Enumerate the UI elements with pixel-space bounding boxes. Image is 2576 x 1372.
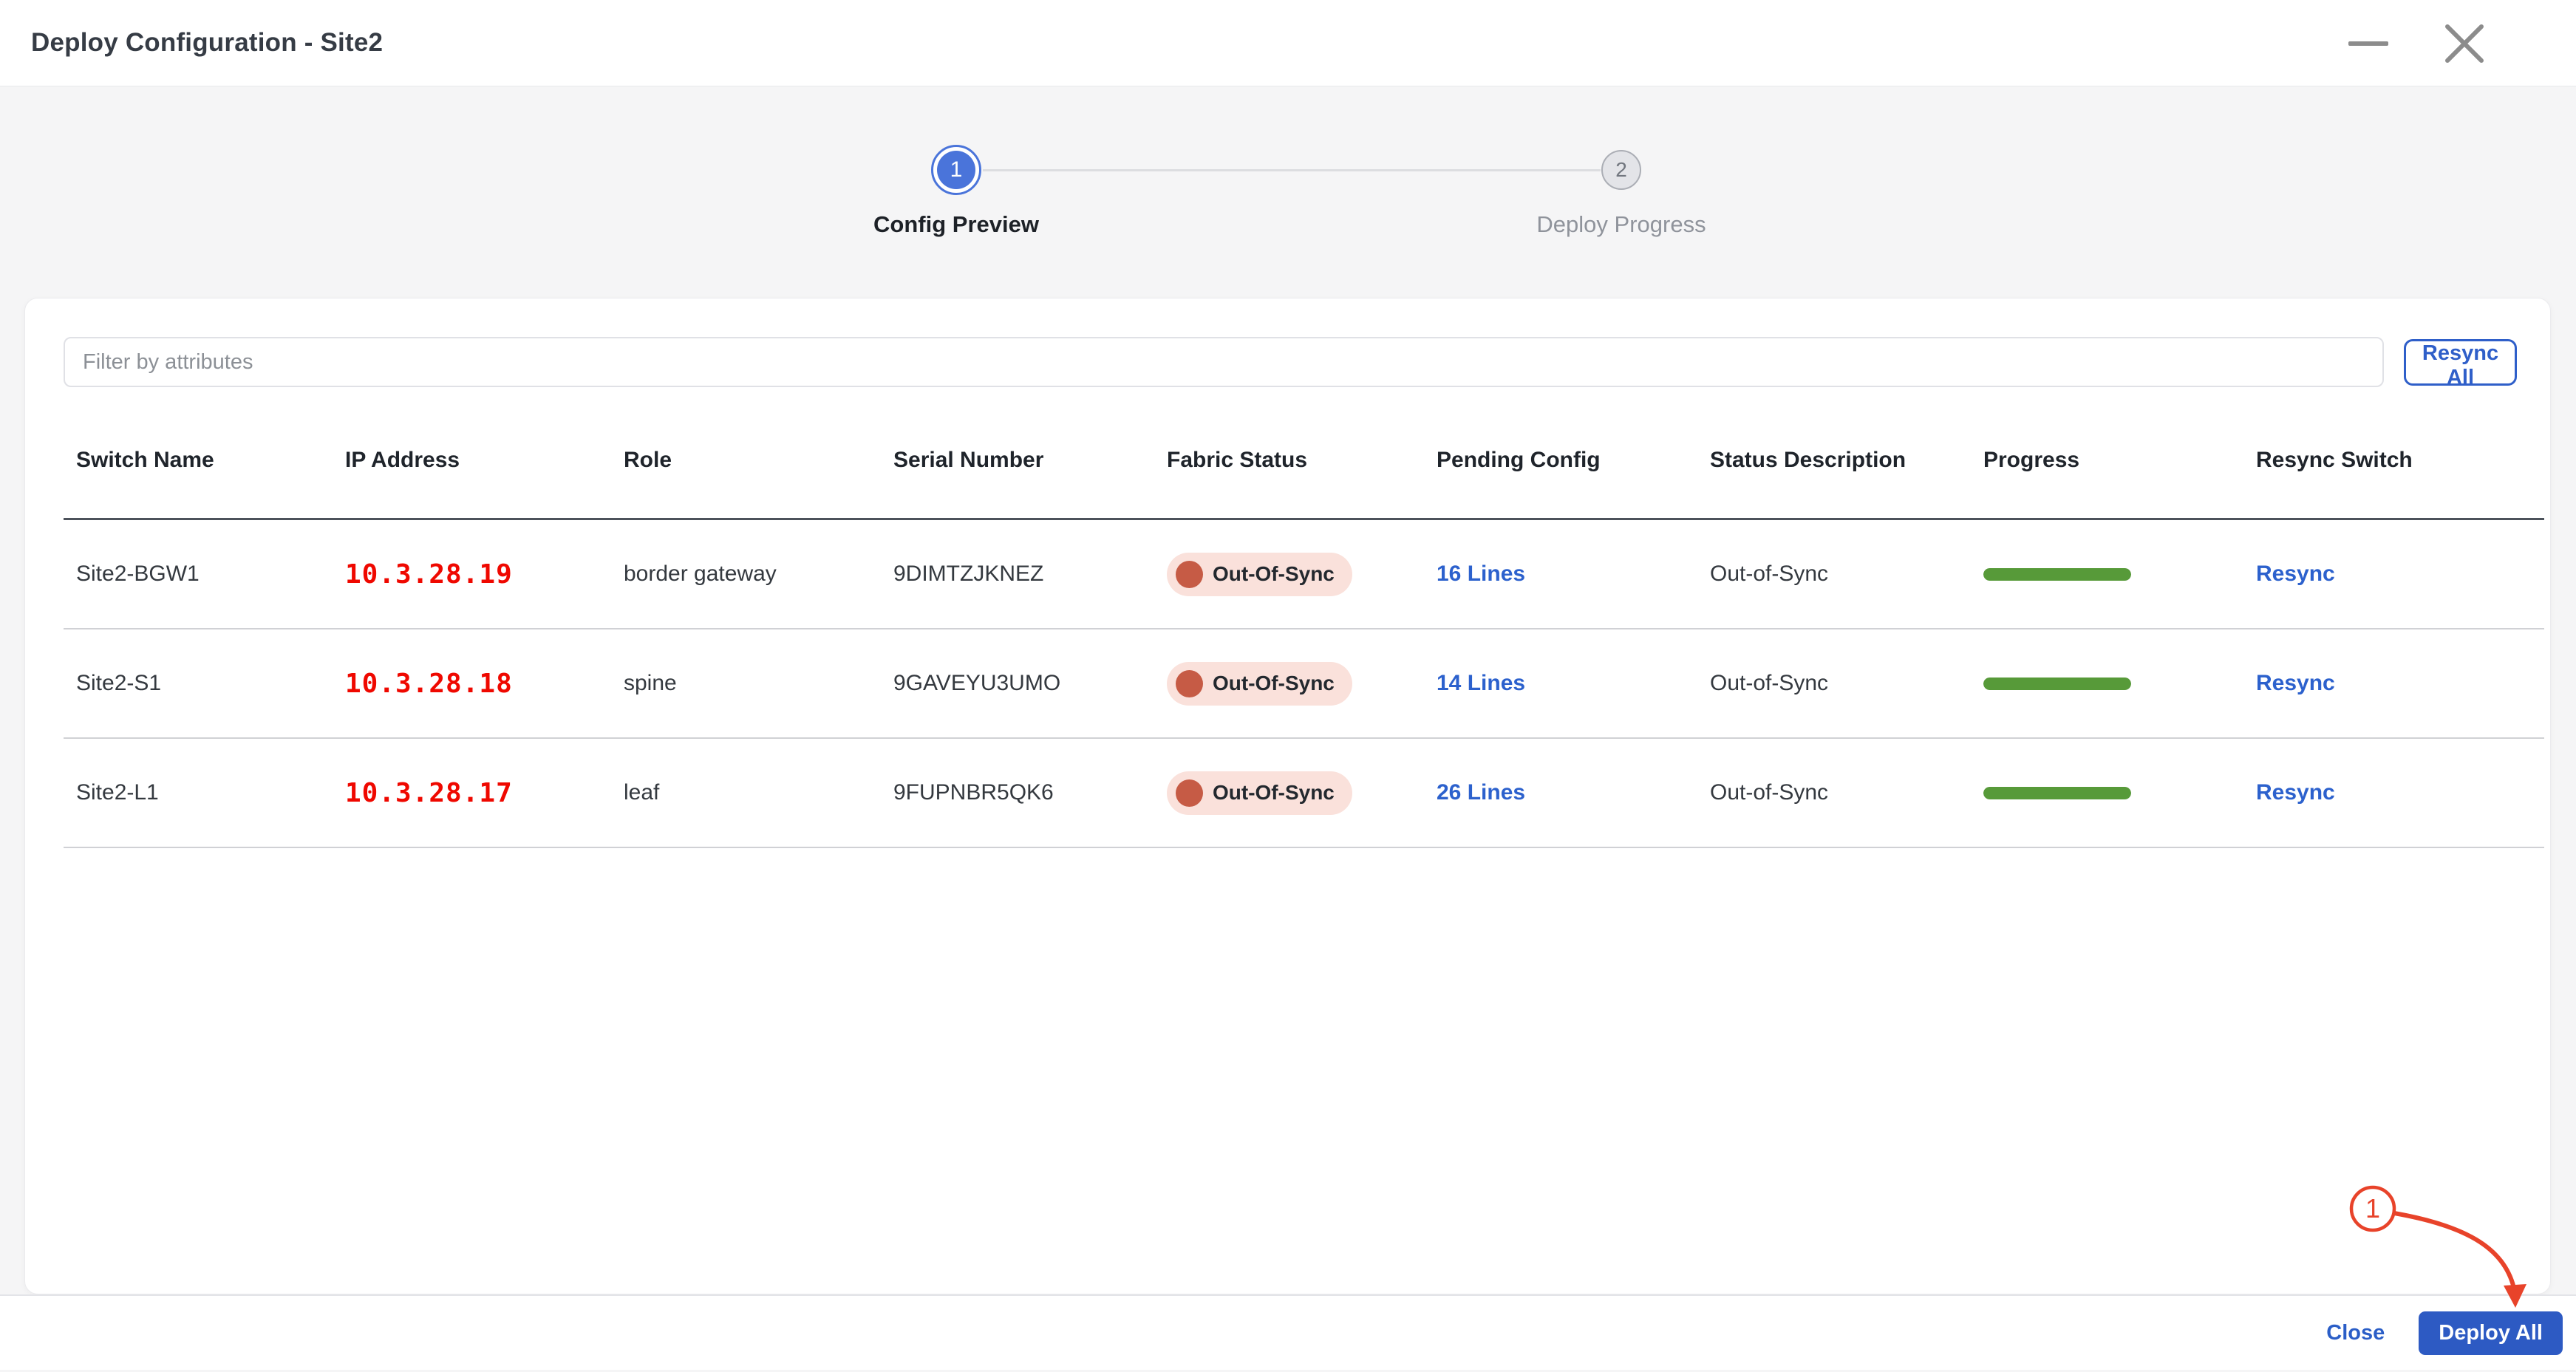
out-of-sync-badge: Out-Of-Sync bbox=[1167, 553, 1352, 596]
resync-link[interactable]: Resync bbox=[2256, 671, 2335, 695]
resync-link[interactable]: Resync bbox=[2256, 780, 2335, 805]
resync-cell: Resync bbox=[2243, 562, 2544, 587]
switch-name-cell: Site2-S1 bbox=[64, 671, 333, 696]
minimize-button[interactable] bbox=[2348, 41, 2388, 46]
out-of-sync-badge: Out-Of-Sync bbox=[1167, 662, 1352, 706]
pending-config-link[interactable]: 16 Lines bbox=[1437, 562, 1525, 586]
col-serial-number: Serial Number bbox=[881, 448, 1154, 473]
pending-config-cell: 16 Lines bbox=[1424, 562, 1697, 587]
out-of-sync-dot-icon bbox=[1176, 561, 1203, 588]
col-pending-config: Pending Config bbox=[1424, 448, 1697, 473]
out-of-sync-dot-icon bbox=[1176, 670, 1203, 697]
pending-config-cell: 14 Lines bbox=[1424, 671, 1697, 696]
dialog-titlebar: Deploy Configuration - Site2 bbox=[0, 0, 2576, 86]
step-number-2: 2 bbox=[1615, 158, 1627, 182]
ip-address-cell: 10.3.28.18 bbox=[333, 669, 611, 699]
status-description-cell: Out-of-Sync bbox=[1697, 562, 1971, 587]
close-link[interactable]: Close bbox=[2326, 1321, 2385, 1345]
role-cell: leaf bbox=[611, 780, 881, 805]
col-role: Role bbox=[611, 448, 881, 473]
progress-cell bbox=[1971, 787, 2243, 799]
col-progress: Progress bbox=[1971, 448, 2243, 473]
col-switch-name: Switch Name bbox=[64, 448, 333, 473]
config-preview-card: Resync All Switch Name IP Address Role S… bbox=[24, 298, 2551, 1294]
status-description-cell: Out-of-Sync bbox=[1697, 780, 1971, 805]
step-deploy-progress[interactable]: 2 bbox=[1601, 150, 1641, 190]
ip-address-cell: 10.3.28.19 bbox=[333, 559, 611, 590]
progress-bar bbox=[1983, 787, 2131, 799]
dialog-title: Deploy Configuration - Site2 bbox=[31, 28, 383, 58]
out-of-sync-badge: Out-Of-Sync bbox=[1167, 771, 1352, 815]
ip-address-cell: 10.3.28.17 bbox=[333, 778, 611, 808]
pending-config-link[interactable]: 26 Lines bbox=[1437, 780, 1525, 805]
role-cell: border gateway bbox=[611, 562, 881, 587]
badge-label: Out-Of-Sync bbox=[1213, 672, 1335, 695]
pending-config-link[interactable]: 14 Lines bbox=[1437, 671, 1525, 695]
col-ip-address: IP Address bbox=[333, 448, 611, 473]
dialog-footer: Close Deploy All bbox=[0, 1294, 2576, 1370]
switch-name-cell: Site2-L1 bbox=[64, 780, 333, 805]
serial-number-cell: 9GAVEYU3UMO bbox=[881, 671, 1154, 696]
progress-cell bbox=[1971, 678, 2243, 690]
switch-table: Switch Name IP Address Role Serial Numbe… bbox=[64, 402, 2544, 848]
role-cell: spine bbox=[611, 671, 881, 696]
fabric-status-cell: Out-Of-Sync bbox=[1154, 662, 1424, 706]
fabric-status-cell: Out-Of-Sync bbox=[1154, 553, 1424, 596]
table-header-row: Switch Name IP Address Role Serial Numbe… bbox=[64, 402, 2544, 520]
fabric-status-cell: Out-Of-Sync bbox=[1154, 771, 1424, 815]
step-label-config-preview: Config Preview bbox=[808, 211, 1104, 238]
stepper-connector bbox=[983, 169, 1601, 171]
minimize-icon bbox=[2348, 41, 2388, 46]
table-row: Site2-S1 10.3.28.18 spine 9GAVEYU3UMO Ou… bbox=[64, 629, 2544, 739]
step-number-1: 1 bbox=[937, 151, 975, 189]
close-button[interactable] bbox=[2442, 21, 2487, 66]
badge-label: Out-Of-Sync bbox=[1213, 781, 1335, 805]
col-resync-switch: Resync Switch bbox=[2243, 448, 2544, 473]
serial-number-cell: 9DIMTZJKNEZ bbox=[881, 562, 1154, 587]
resync-cell: Resync bbox=[2243, 780, 2544, 805]
pending-config-cell: 26 Lines bbox=[1424, 780, 1697, 805]
table-row: Site2-L1 10.3.28.17 leaf 9FUPNBR5QK6 Out… bbox=[64, 739, 2544, 848]
badge-label: Out-Of-Sync bbox=[1213, 562, 1335, 586]
out-of-sync-dot-icon bbox=[1176, 779, 1203, 807]
deploy-all-button[interactable]: Deploy All bbox=[2419, 1311, 2563, 1355]
serial-number-cell: 9FUPNBR5QK6 bbox=[881, 780, 1154, 805]
table-row: Site2-BGW1 10.3.28.19 border gateway 9DI… bbox=[64, 520, 2544, 629]
step-config-preview[interactable]: 1 bbox=[931, 145, 981, 195]
progress-bar bbox=[1983, 678, 2131, 690]
resync-link[interactable]: Resync bbox=[2256, 562, 2335, 586]
resync-cell: Resync bbox=[2243, 671, 2544, 696]
filter-input[interactable] bbox=[64, 337, 2384, 387]
col-fabric-status: Fabric Status bbox=[1154, 448, 1424, 473]
switch-name-cell: Site2-BGW1 bbox=[64, 562, 333, 587]
progress-cell bbox=[1971, 568, 2243, 581]
step-label-deploy-progress: Deploy Progress bbox=[1473, 211, 1769, 238]
status-description-cell: Out-of-Sync bbox=[1697, 671, 1971, 696]
col-status-description: Status Description bbox=[1697, 448, 1971, 473]
close-icon bbox=[2442, 21, 2487, 66]
progress-bar bbox=[1983, 568, 2131, 581]
resync-all-button[interactable]: Resync All bbox=[2404, 339, 2517, 386]
